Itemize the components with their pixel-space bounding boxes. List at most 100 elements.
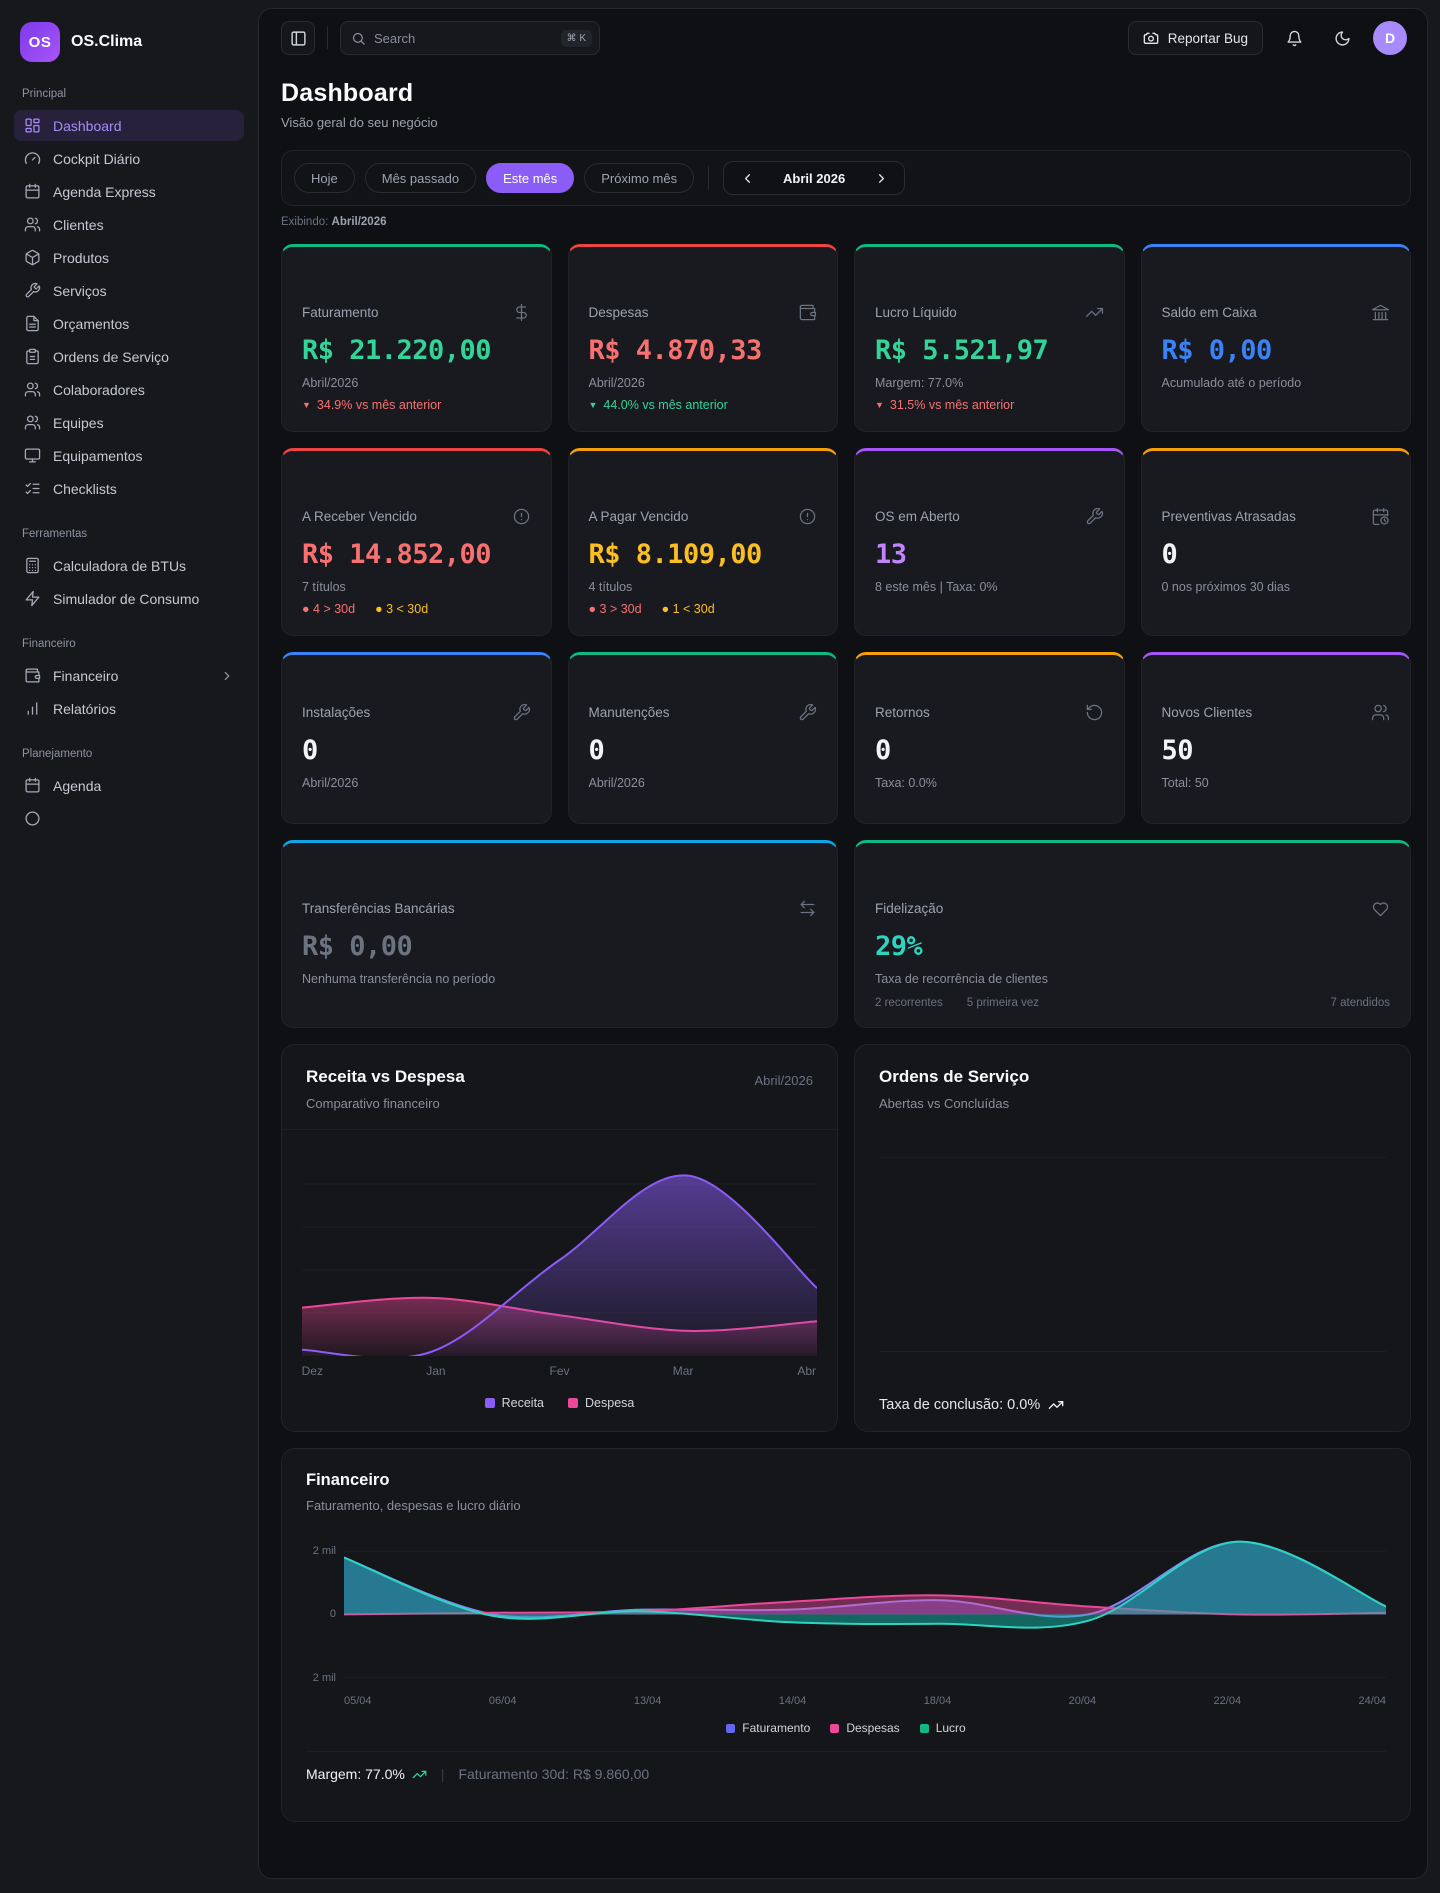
triangle-down-icon: ▼ — [588, 400, 598, 410]
kpi-title: A Pagar Vencido — [588, 509, 689, 524]
showing-value: Abril/2026 — [331, 216, 387, 228]
legend-item-despesas: Despesas — [830, 1721, 900, 1735]
kpi-title: Saldo em Caixa — [1161, 305, 1257, 320]
users-icon — [24, 216, 41, 233]
kpi-card-a-pagar-vencido[interactable]: A Pagar Vencido R$ 8.109,00 4 títulos ● 3 >… — [567, 448, 838, 636]
sidebar-item-simulador-de-consumo[interactable]: Simulador de Consumo — [14, 583, 244, 614]
topbar-actions: Reportar Bug D — [1127, 21, 1407, 55]
kpi-card-fidelizacao[interactable]: Fidelização 29% Taxa de recorrência de cli… — [854, 840, 1411, 1028]
prev-month-button[interactable] — [734, 165, 760, 191]
sidebar-item-servicos[interactable]: Serviços — [14, 275, 244, 306]
kpi-title: Transferências Bancárias — [302, 901, 455, 916]
sidebar-item-relatorios[interactable]: Relatórios — [14, 693, 244, 724]
sidebar-item-clipped[interactable] — [14, 803, 244, 834]
aging-dot: ● 3 < 30d — [375, 602, 429, 616]
alert-circle-icon — [512, 507, 531, 526]
kpi-card-instalacoes[interactable]: Instalações 0 Abril/2026 — [281, 652, 552, 824]
kpi-subtext: Abril/2026 — [302, 376, 359, 390]
sidebar-item-label: Ordens de Serviço — [53, 348, 169, 365]
sidebar-item-financeiro[interactable]: Financeiro — [14, 660, 244, 691]
kpi-value: 29% — [875, 931, 923, 962]
sidebar-item-produtos[interactable]: Produtos — [14, 242, 244, 273]
calendar-icon — [24, 183, 41, 200]
sidebar-item-label: Orçamentos — [53, 315, 130, 332]
layout-dashboard-icon — [24, 117, 41, 134]
kpi-subtext: 8 este mês | Taxa: 0% — [875, 580, 998, 594]
financeiro-legend: Faturamento Despesas Lucro — [306, 1721, 1386, 1735]
x-tick-label: 20/04 — [1068, 1695, 1097, 1707]
kpi-footer-item: 2 recorrentes — [875, 997, 943, 1009]
sidebar-toggle-button[interactable] — [281, 21, 315, 55]
showing-label: Exibindo: — [281, 216, 329, 228]
chevron-right-icon — [874, 171, 889, 186]
sidebar-item-label: Colaboradores — [53, 381, 145, 398]
kpi-card-a-receber-vencido[interactable]: A Receber Vencido R$ 14.852,00 7 títulos ● … — [281, 448, 552, 636]
sidebar-item-agenda-express[interactable]: Agenda Express — [14, 176, 244, 207]
filter-chip-mes-passado[interactable]: Mês passado — [364, 163, 477, 193]
calculator-icon — [24, 557, 41, 574]
x-tick-label: 18/04 — [923, 1695, 952, 1707]
kpi-card-manutencoes[interactable]: Manutenções 0 Abril/2026 — [567, 652, 838, 824]
legend-label: Lucro — [935, 1721, 966, 1735]
search-icon — [351, 31, 366, 46]
sidebar-item-calculadora-de-btus[interactable]: Calculadora de BTUs — [14, 550, 244, 581]
search-box[interactable]: ⌘ K — [340, 21, 600, 55]
sidebar-item-equipamentos[interactable]: Equipamentos — [14, 440, 244, 471]
sidebar-item-checklists[interactable]: Checklists — [14, 473, 244, 504]
financeiro-plot — [344, 1537, 1386, 1687]
filter-chip-este-mes[interactable]: Este mês — [486, 163, 575, 193]
sidebar-item-label: Serviços — [53, 282, 107, 299]
sidebar-item-ordens-de-servico[interactable]: Ordens de Serviço — [14, 341, 244, 372]
gauge-icon — [24, 150, 41, 167]
kpi-card-preventivas-atrasadas[interactable]: Preventivas Atrasadas 0 0 nos próximos 30 … — [1140, 448, 1411, 636]
search-input[interactable] — [374, 30, 553, 46]
kpi-value: R$ 0,00 — [1161, 335, 1273, 366]
gridline — [879, 1157, 1386, 1158]
financeiro-footer: Margem: 77.0% | Faturamento 30d: R$ 9.86… — [306, 1751, 1386, 1796]
zap-icon — [24, 590, 41, 607]
kpi-card-os-em-aberto[interactable]: OS em Aberto 13 8 este mês | Taxa: 0% — [854, 448, 1125, 636]
sidebar-item-orcamentos[interactable]: Orçamentos — [14, 308, 244, 339]
report-bug-button[interactable]: Reportar Bug — [1127, 21, 1263, 55]
completion-rate-text: Taxa de conclusão: 0.0% — [879, 1397, 1041, 1413]
search-shortcut-badge: ⌘ K — [560, 29, 592, 47]
users-icon — [1371, 703, 1390, 722]
x-tick-label: 05/04 — [344, 1695, 372, 1707]
legend-swatch — [726, 1723, 736, 1733]
x-tick-label: Jan — [426, 1364, 446, 1378]
sidebar-item-colaboradores[interactable]: Colaboradores — [14, 374, 244, 405]
file-text-icon — [24, 315, 41, 332]
moon-icon — [1334, 30, 1351, 47]
kpi-card-despesas[interactable]: Despesas R$ 4.870,33 Abril/2026 ▼ 44.0% vs m… — [567, 244, 838, 432]
notifications-button[interactable] — [1277, 21, 1311, 55]
kpi-card-transferencias-bancarias[interactable]: Transferências Bancárias R$ 0,00 Nenhuma t… — [281, 840, 838, 1028]
kpi-card-novos-clientes[interactable]: Novos Clientes 50 Total: 50 — [1140, 652, 1411, 824]
filter-chip-proximo-mes[interactable]: Próximo mês — [584, 163, 695, 193]
chart-period-badge: Abril/2026 — [754, 1073, 813, 1088]
sidebar-item-agenda[interactable]: Agenda — [14, 770, 244, 801]
sidebar-item-label: Dashboard — [53, 117, 122, 134]
sidebar-item-equipes[interactable]: Equipes — [14, 407, 244, 438]
filter-chip-hoje[interactable]: Hoje — [294, 163, 355, 193]
legend-swatch — [568, 1398, 579, 1408]
avatar[interactable]: D — [1373, 21, 1407, 55]
kpi-card-lucro-liquido[interactable]: Lucro Líquido R$ 5.521,97 Margem: 77.0% ▼ 31… — [854, 244, 1125, 432]
sidebar-item-label: Financeiro — [53, 667, 119, 684]
wide-kpi-grid: Transferências Bancárias R$ 0,00 Nenhuma t… — [281, 840, 1411, 1028]
kpi-delta: ▼ 44.0% vs mês anterior — [589, 398, 818, 412]
kpi-card-saldo-em-caixa[interactable]: Saldo em Caixa R$ 0,00 Acumulado até o per… — [1140, 244, 1411, 432]
theme-toggle-button[interactable] — [1325, 21, 1359, 55]
kpi-card-retornos[interactable]: Retornos 0 Taxa: 0.0% — [854, 652, 1125, 824]
kpi-card-faturamento[interactable]: Faturamento R$ 21.220,00 Abril/2026 ▼ 34.9% … — [281, 244, 552, 432]
heart-icon — [1371, 899, 1390, 918]
ordens-servico-footer: Taxa de conclusão: 0.0% — [879, 1397, 1386, 1413]
wrench-icon — [1085, 507, 1104, 526]
sidebar-item-dashboard[interactable]: Dashboard — [14, 110, 244, 141]
sidebar-item-cockpit-diario[interactable]: Cockpit Diário — [14, 143, 244, 174]
kpi-subtext: Taxa: 0.0% — [875, 776, 937, 790]
aging-dot: ● 4 > 30d — [302, 602, 356, 616]
next-month-button[interactable] — [868, 165, 894, 191]
content: Dashboard Visão geral do seu negócio Hoj… — [259, 63, 1427, 1822]
kpi-title: Preventivas Atrasadas — [1161, 509, 1296, 524]
sidebar-item-clientes[interactable]: Clientes — [14, 209, 244, 240]
